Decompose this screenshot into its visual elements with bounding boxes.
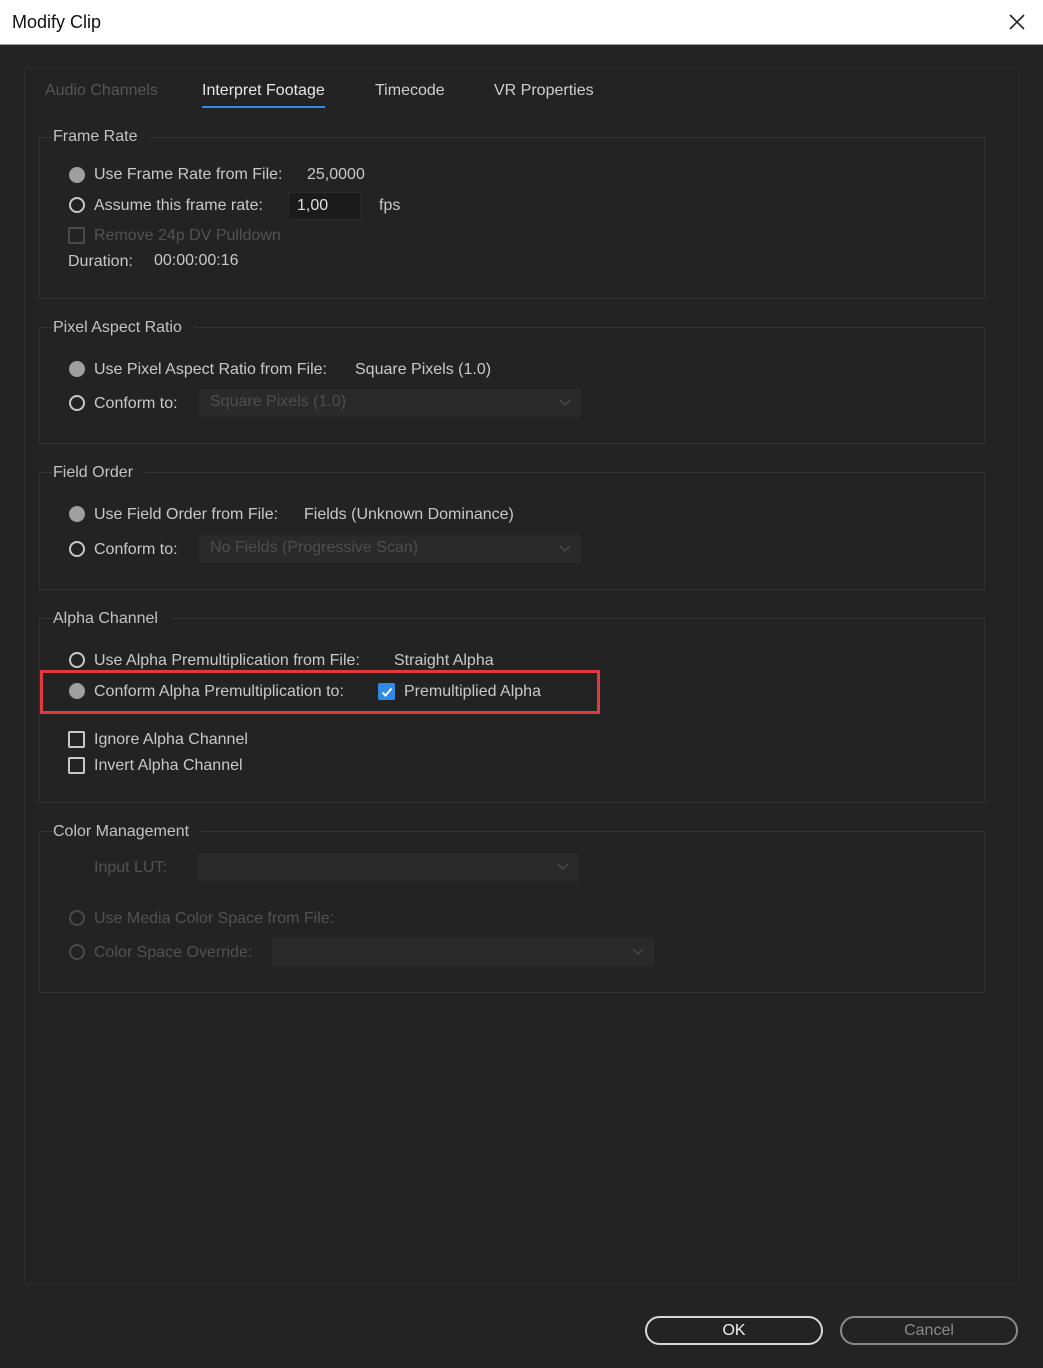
media-color-space-label: Use Media Color Space from File: [94,910,335,927]
tab-interpret-footage[interactable]: Interpret Footage [202,82,325,108]
color-space-override-radio [69,944,85,960]
alpha-from-file-radio[interactable] [69,652,85,668]
pixel-aspect-dropdown-value: Square Pixels (1.0) [210,393,347,410]
alpha-conform-radio[interactable] [69,683,85,699]
invert-alpha-label: Invert Alpha Channel [94,757,243,774]
ok-button[interactable]: OK [645,1316,823,1345]
window-title: Modify Clip [12,12,102,32]
invert-alpha-checkbox[interactable] [68,757,85,774]
color-space-override-dropdown [272,938,654,966]
duration-label: Duration: [68,253,133,270]
pixel-aspect-file-value: Square Pixels (1.0) [355,361,492,378]
frame-rate-from-file-label: Use Frame Rate from File: [94,166,283,183]
fps-unit-label: fps [379,197,401,214]
field-order-dropdown-value: No Fields (Progressive Scan) [210,539,419,556]
chevron-down-icon [557,863,569,870]
field-order-conform-radio[interactable] [69,541,85,557]
field-order-file-value: Fields (Unknown Dominance) [304,506,514,523]
frame-rate-title: Frame Rate [53,128,150,146]
field-order-dropdown[interactable]: No Fields (Progressive Scan) [199,535,581,563]
input-lut-dropdown [197,853,579,881]
pixel-aspect-from-file-radio[interactable] [69,361,85,377]
close-icon[interactable] [1007,9,1027,33]
input-lut-label: Input LUT: [94,859,167,876]
premultiplied-alpha-label: Premultiplied Alpha [404,683,541,700]
color-space-override-label: Color Space Override: [94,944,253,961]
media-color-space-radio [69,910,85,926]
assume-frame-rate-label: Assume this frame rate: [94,197,263,214]
ignore-alpha-label: Ignore Alpha Channel [94,731,248,748]
pixel-aspect-title: Pixel Aspect Ratio [53,319,194,337]
field-order-conform-label: Conform to: [94,541,178,558]
pixel-aspect-from-file-label: Use Pixel Aspect Ratio from File: [94,361,327,378]
frame-rate-file-value: 25,0000 [307,166,365,183]
assume-frame-rate-radio[interactable] [69,197,85,213]
premultiplied-alpha-checkbox[interactable] [378,683,395,700]
frame-rate-input[interactable]: 1,00 [288,192,361,220]
field-order-title: Field Order [53,464,146,482]
pixel-aspect-conform-radio[interactable] [69,395,85,411]
cancel-button[interactable]: Cancel [840,1316,1018,1345]
pixel-aspect-conform-label: Conform to: [94,395,178,412]
alpha-file-value: Straight Alpha [394,652,494,669]
chevron-down-icon [559,545,571,552]
checkmark-icon [381,687,393,697]
ignore-alpha-checkbox[interactable] [68,731,85,748]
pixel-aspect-dropdown[interactable]: Square Pixels (1.0) [199,389,581,417]
remove-pulldown-checkbox [68,227,85,244]
pixel-aspect-group [39,327,985,444]
alpha-from-file-label: Use Alpha Premultiplication from File: [94,652,360,669]
frame-rate-group [39,137,985,299]
alpha-conform-label: Conform Alpha Premultiplication to: [94,683,344,700]
field-order-group [39,472,985,590]
remove-pulldown-label: Remove 24p DV Pulldown [94,227,281,244]
alpha-channel-title: Alpha Channel [53,610,170,628]
tab-timecode[interactable]: Timecode [375,82,445,100]
tab-audio-channels: Audio Channels [45,82,158,99]
frame-rate-from-file-radio[interactable] [69,167,85,183]
duration-value: 00:00:00:16 [154,252,239,269]
title-bar: Modify Clip [0,0,1043,45]
field-order-from-file-radio[interactable] [69,506,85,522]
chevron-down-icon [632,948,644,955]
field-order-from-file-label: Use Field Order from File: [94,506,279,523]
color-management-title: Color Management [53,823,202,841]
chevron-down-icon [559,399,571,406]
tab-vr-properties[interactable]: VR Properties [494,82,594,100]
